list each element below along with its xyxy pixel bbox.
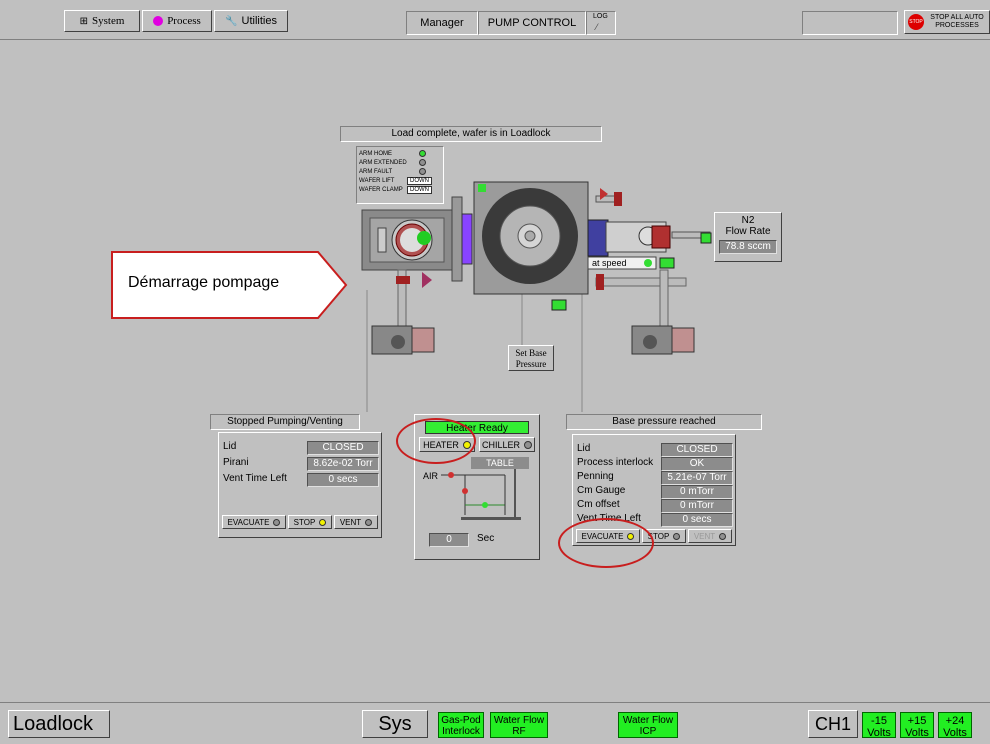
left-pump-panel: Lid CLOSED Pirani 8.62e-02 Torr Vent Tim… — [218, 432, 382, 538]
right-roughing-pump — [631, 325, 695, 355]
right-row-cm-offset: Cm offset 0 mTorr — [577, 499, 733, 513]
loadlock-chamber — [361, 209, 455, 271]
vent-led-icon — [719, 532, 727, 540]
stop-led-icon — [673, 532, 681, 540]
left-evacuate-button[interactable]: EVACUATE — [222, 515, 286, 529]
heater-seconds-value: 0 — [429, 533, 469, 547]
right-row-interlock: Process interlock OK — [577, 457, 733, 471]
plus15-volts-indicator: +15 Volts — [900, 712, 934, 739]
process-chamber — [473, 181, 589, 295]
evacuate-highlight-ring — [558, 518, 654, 568]
n2-title: N2 — [741, 215, 755, 226]
evacuate-led-icon — [273, 518, 281, 526]
left-roughing-pump — [371, 325, 435, 355]
water-flow-rf-indicator: Water Flow RF — [490, 712, 548, 738]
left-row-lid: Lid CLOSED — [223, 441, 379, 455]
set-base-pressure-button[interactable]: Set Base Pressure — [508, 345, 554, 371]
gate-valve — [451, 196, 473, 282]
heater-highlight-ring — [396, 418, 476, 464]
left-row-pirani: Pirani 8.62e-02 Torr — [223, 457, 379, 471]
chiller-button[interactable]: CHILLER — [479, 437, 535, 452]
minus15-volts-indicator: -15 Volts — [862, 712, 896, 739]
pump-schematic — [111, 181, 712, 412]
air-circuit-diagram — [441, 469, 521, 520]
sys-button[interactable]: Sys — [362, 710, 428, 738]
right-row-cm-gauge: Cm Gauge 0 mTorr — [577, 485, 733, 499]
ch1-button[interactable]: CH1 — [808, 710, 858, 738]
stop-led-icon — [319, 518, 327, 526]
n2-subtitle: Flow Rate — [725, 226, 771, 237]
left-row-vent-time: Vent Time Left 0 secs — [223, 473, 379, 487]
turbo-pump — [587, 219, 711, 257]
water-flow-icp-indicator: Water Flow ICP — [618, 712, 678, 738]
left-stop-button[interactable]: STOP — [288, 515, 332, 529]
plus24-volts-indicator: +24 Volts — [938, 712, 972, 739]
upper-valve — [595, 188, 622, 206]
at-speed-label: at speed — [592, 258, 627, 268]
annotation-label: Démarrage pompage — [128, 274, 280, 291]
left-vent-button[interactable]: VENT — [334, 515, 378, 529]
chiller-led-icon — [524, 440, 532, 449]
heater-seconds-label: Sec — [477, 533, 495, 544]
right-row-lid: Lid CLOSED — [577, 443, 733, 457]
gas-pod-interlock-indicator: Gas-Pod Interlock — [438, 712, 484, 738]
loadlock-button[interactable]: Loadlock — [8, 710, 110, 738]
right-row-penning: Penning 5.21e-07 Torr — [577, 471, 733, 485]
right-panel-title: Base pressure reached — [566, 414, 762, 430]
right-vent-button[interactable]: VENT — [688, 529, 732, 543]
n2-flow-panel: N2 Flow Rate 78.8 sccm — [714, 212, 782, 262]
vent-led-icon — [365, 518, 373, 526]
n2-flow-value: 78.8 sccm — [719, 240, 777, 254]
left-panel-title: Stopped Pumping/Venting — [210, 414, 360, 430]
